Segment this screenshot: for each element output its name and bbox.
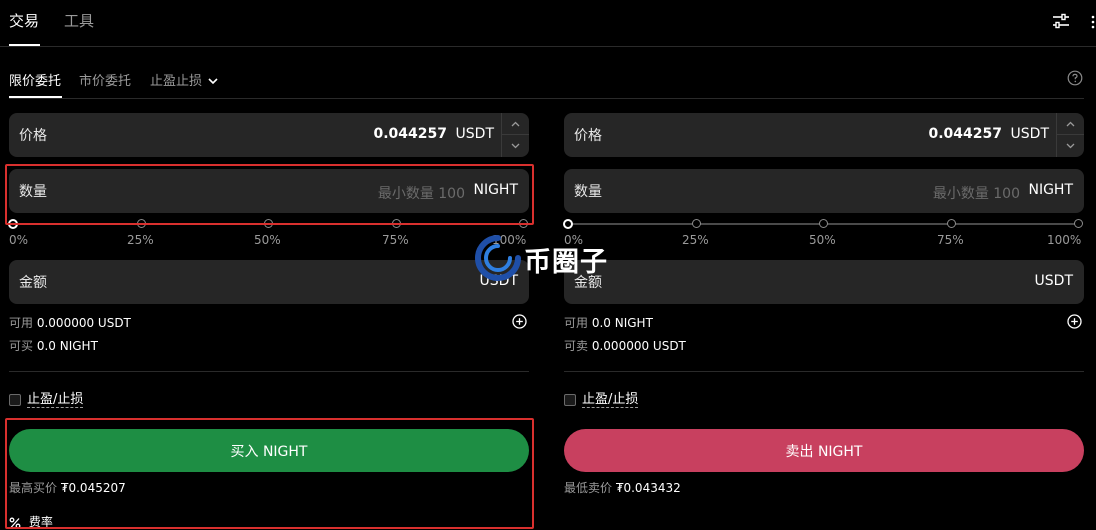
tab-trade[interactable]: 交易 bbox=[9, 10, 39, 31]
chevron-down-icon bbox=[208, 78, 218, 85]
sell-amount-placeholder: 最小数量 100 bbox=[932, 186, 1020, 202]
buy-can-buy-label: 可买 bbox=[9, 339, 34, 353]
sell-amount-input[interactable]: 数量 最小数量 100 NIGHT bbox=[564, 169, 1084, 213]
fee-rate-link[interactable]: 费率 bbox=[9, 513, 53, 530]
top-tab-bar: 交易 工具 bbox=[0, 0, 1096, 47]
sell-slider-handle[interactable] bbox=[563, 219, 573, 229]
sell-amount-unit: NIGHT bbox=[1028, 182, 1073, 198]
add-funds-icon[interactable] bbox=[512, 314, 527, 329]
buy-can-buy-value: 0.0 NIGHT bbox=[36, 339, 98, 353]
sell-price-stepper bbox=[1056, 113, 1084, 157]
buy-max-quantity: 可买 0.0 NIGHT bbox=[9, 337, 98, 354]
sell-slider-label-75: 75% bbox=[937, 233, 964, 247]
buy-night-button[interactable]: 买入 NIGHT bbox=[9, 429, 529, 472]
tab-tpsl-dropdown[interactable]: 止盈止损 bbox=[150, 70, 218, 89]
sell-slider-stop-25[interactable] bbox=[692, 219, 701, 228]
sell-price-value: 0.044257 bbox=[928, 126, 1002, 142]
sell-best-price-value: ₮0.043432 bbox=[615, 481, 681, 495]
tab-market-order[interactable]: 市价委托 bbox=[79, 70, 131, 89]
buy-slider-stop-25[interactable] bbox=[137, 219, 146, 228]
buy-best-price: 最高买价 ₮0.045207 bbox=[9, 479, 126, 496]
buy-slider-label-50: 50% bbox=[254, 233, 281, 247]
buy-amount-placeholder: 最小数量 100 bbox=[377, 186, 465, 202]
help-icon[interactable] bbox=[1067, 70, 1083, 86]
active-tab-indicator bbox=[9, 44, 40, 46]
chevron-down-icon bbox=[1066, 143, 1075, 149]
sell-available-value: 0.0 NIGHT bbox=[591, 316, 653, 330]
sell-slider-stop-50[interactable] bbox=[819, 219, 828, 228]
more-icon[interactable] bbox=[1090, 14, 1096, 30]
sell-slider-label-50: 50% bbox=[809, 233, 836, 247]
buy-price-input[interactable]: 价格 0.044257 USDT bbox=[9, 113, 529, 157]
add-funds-icon[interactable] bbox=[1067, 314, 1082, 329]
sell-slider-label-25: 25% bbox=[682, 233, 709, 247]
sell-total-input[interactable]: 金额 USDT bbox=[564, 260, 1084, 304]
buy-available: 可用 0.000000 USDT bbox=[9, 314, 131, 331]
sell-price-unit: USDT bbox=[1010, 126, 1049, 142]
buy-slider-handle[interactable] bbox=[8, 219, 18, 229]
buy-price-increment-button[interactable] bbox=[502, 113, 529, 135]
buy-slider-label-25: 25% bbox=[127, 233, 154, 247]
buy-slider-stop-75[interactable] bbox=[392, 219, 401, 228]
sell-slider-label-0: 0% bbox=[564, 233, 584, 247]
buy-available-label: 可用 bbox=[9, 316, 34, 330]
buy-total-label: 金额 bbox=[19, 275, 47, 291]
sell-can-sell-label: 可卖 bbox=[564, 339, 589, 353]
buy-amount-label: 数量 bbox=[19, 184, 47, 200]
sell-slider-label-100: 100% bbox=[1047, 233, 1082, 247]
chevron-up-icon bbox=[511, 121, 520, 126]
order-tabs-divider bbox=[9, 98, 1084, 99]
sell-price-label: 价格 bbox=[574, 128, 602, 144]
settings-sliders-icon[interactable] bbox=[1052, 12, 1070, 30]
sell-total-unit: USDT bbox=[1034, 273, 1073, 289]
buy-total-input[interactable]: 金额 USDT bbox=[9, 260, 529, 304]
buy-slider-label-0: 0% bbox=[9, 233, 29, 247]
buy-slider-label-100: 100% bbox=[492, 233, 527, 247]
sell-price-decrement-button[interactable] bbox=[1057, 135, 1084, 157]
sell-amount-label: 数量 bbox=[574, 184, 602, 200]
buy-best-price-label: 最高买价 bbox=[9, 481, 58, 495]
tab-tpsl-label: 止盈止损 bbox=[150, 74, 203, 89]
sell-best-price: 最低卖价 ₮0.043432 bbox=[564, 479, 681, 496]
buy-available-value: 0.000000 USDT bbox=[36, 316, 131, 330]
sell-tpsl-label[interactable]: 止盈/止损 bbox=[582, 392, 639, 408]
sell-best-price-label: 最低卖价 bbox=[564, 481, 613, 495]
buy-price-value: 0.044257 bbox=[373, 126, 447, 142]
buy-amount-unit: NIGHT bbox=[473, 182, 518, 198]
sell-night-button[interactable]: 卖出 NIGHT bbox=[564, 429, 1084, 472]
chevron-up-icon bbox=[1066, 121, 1075, 126]
buy-price-unit: USDT bbox=[455, 126, 494, 142]
buy-tpsl-label[interactable]: 止盈/止损 bbox=[27, 392, 84, 408]
percent-icon bbox=[9, 517, 21, 528]
sell-price-increment-button[interactable] bbox=[1057, 113, 1084, 135]
fee-rate-label: 费率 bbox=[28, 515, 53, 529]
tab-tools[interactable]: 工具 bbox=[64, 10, 94, 31]
sell-total-label: 金额 bbox=[574, 275, 602, 291]
buy-price-stepper bbox=[501, 113, 529, 157]
tab-limit-order[interactable]: 限价委托 bbox=[9, 70, 61, 89]
sell-can-sell-value: 0.000000 USDT bbox=[591, 339, 686, 353]
sell-slider-stop-100[interactable] bbox=[1074, 219, 1083, 228]
buy-price-decrement-button[interactable] bbox=[502, 135, 529, 157]
buy-price-label: 价格 bbox=[19, 128, 47, 144]
buy-slider-stop-50[interactable] bbox=[264, 219, 273, 228]
sell-divider bbox=[564, 371, 1084, 372]
buy-total-unit: USDT bbox=[479, 273, 518, 289]
sell-price-input[interactable]: 价格 0.044257 USDT bbox=[564, 113, 1084, 157]
sell-available-label: 可用 bbox=[564, 316, 589, 330]
sell-available: 可用 0.0 NIGHT bbox=[564, 314, 653, 331]
buy-divider bbox=[9, 371, 529, 372]
buy-slider-stop-100[interactable] bbox=[519, 219, 528, 228]
chevron-down-icon bbox=[511, 143, 520, 149]
buy-best-price-value: ₮0.045207 bbox=[60, 481, 126, 495]
buy-tpsl-checkbox[interactable] bbox=[9, 394, 21, 406]
buy-amount-input[interactable]: 数量 最小数量 100 NIGHT bbox=[9, 169, 529, 213]
buy-slider-label-75: 75% bbox=[382, 233, 409, 247]
sell-max-quantity: 可卖 0.000000 USDT bbox=[564, 337, 686, 354]
sell-slider-stop-75[interactable] bbox=[947, 219, 956, 228]
sell-tpsl-checkbox[interactable] bbox=[564, 394, 576, 406]
